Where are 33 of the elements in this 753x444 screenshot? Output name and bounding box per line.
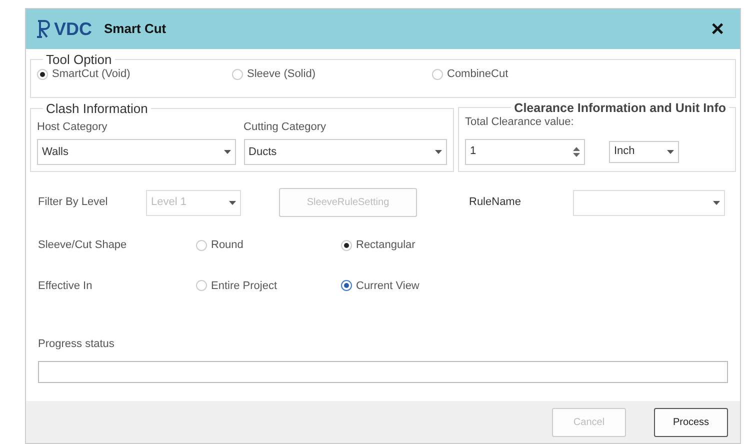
group-title: Tool Option xyxy=(45,53,113,66)
radio-button[interactable]: Rectangular xyxy=(341,237,486,254)
field-label: Effective In xyxy=(38,278,94,294)
field-label: Progress status xyxy=(37,337,116,352)
caret-icon xyxy=(435,150,442,154)
dropdown[interactable]: Ducts xyxy=(244,139,447,165)
radio-button[interactable]: Current View xyxy=(341,278,486,294)
caret-icon xyxy=(667,150,674,154)
logo-icon xyxy=(36,19,50,39)
close-button[interactable]: × xyxy=(705,17,730,41)
number-field[interactable]: 1 xyxy=(465,138,585,164)
radio-button[interactable]: Sleeve (Solid) xyxy=(232,66,432,82)
group-title: Clash Information xyxy=(45,102,149,114)
dropdown[interactable]: Walls xyxy=(37,139,236,165)
radio-button[interactable]: SmartCut (Void) xyxy=(37,66,232,82)
radio-button[interactable]: Round xyxy=(196,237,341,254)
field-label: Filter By Level xyxy=(38,195,109,210)
field-label: Sleeve/Cut Shape xyxy=(38,238,128,253)
unit-dropdown[interactable]: Inch xyxy=(609,140,679,162)
field-label: RuleName xyxy=(469,195,522,210)
radio-button[interactable]: CombineCut xyxy=(432,66,508,82)
field-label: Host Category xyxy=(37,120,108,134)
radio-button[interactable]: Entire Project xyxy=(196,278,341,294)
field-label: Cutting Category xyxy=(244,120,328,134)
field-label: Total Clearance value: xyxy=(465,115,575,130)
process-button[interactable]: Process xyxy=(654,408,728,436)
caret-icon xyxy=(713,200,720,204)
group-title: Clearance Information and Unit Info xyxy=(513,102,727,114)
logo-text: VDC xyxy=(54,18,92,40)
spin-icon[interactable] xyxy=(573,146,580,158)
caret-icon xyxy=(229,200,236,204)
caret-icon xyxy=(224,150,231,154)
window-title: Smart Cut xyxy=(104,20,166,38)
